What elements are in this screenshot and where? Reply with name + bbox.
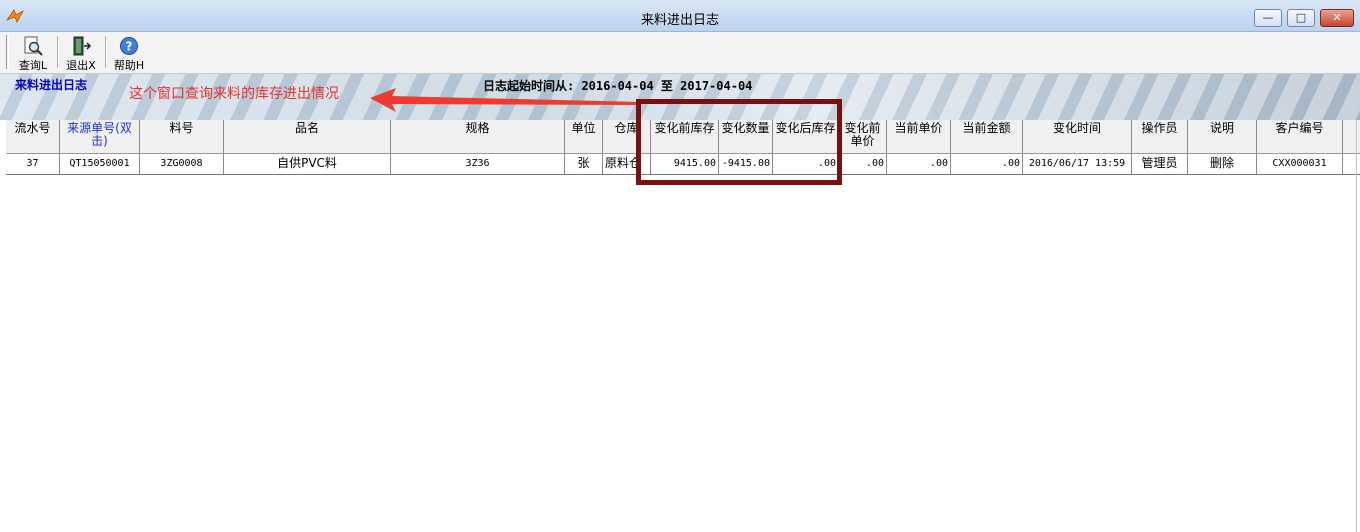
exit-door-icon <box>73 36 92 56</box>
col-header-stock-after[interactable]: 变化后库存 <box>773 120 839 153</box>
cell-product-name: 自供PVC料 <box>224 154 391 174</box>
table-row[interactable]: 37 QT15050001 3ZG0008 自供PVC料 3Z36 张 原料仓 … <box>6 154 1360 175</box>
cell-serial: 37 <box>6 154 60 174</box>
cell-warehouse: 原料仓 <box>603 154 651 174</box>
page-title: 来料进出日志 <box>15 78 88 92</box>
col-header-operator[interactable]: 操作员 <box>1132 120 1188 153</box>
col-header-spec[interactable]: 规格 <box>391 120 565 153</box>
log-date-range: 日志起始时间从: 2016-04-04 至 2017-04-04 <box>483 79 753 93</box>
maximize-button[interactable]: □ <box>1287 9 1315 27</box>
annotation-text: 这个窗口查询来料的库存进出情况 <box>129 86 339 102</box>
col-header-price-before[interactable]: 变化前单价 <box>839 120 887 153</box>
col-header-current-price[interactable]: 当前单价 <box>887 120 951 153</box>
cell-material-no: 3ZG0008 <box>140 154 224 174</box>
help-button[interactable]: ? 帮助H <box>107 34 151 72</box>
cell-stock-before: 9415.00 <box>651 154 719 174</box>
col-header-serial[interactable]: 流水号 <box>6 120 60 153</box>
exit-label: 退出X <box>66 59 96 72</box>
header-banner: 来料进出日志 这个窗口查询来料的库存进出情况 日志起始时间从: 2016-04-… <box>0 74 1360 120</box>
close-button[interactable]: ✕ <box>1320 9 1354 27</box>
exit-button[interactable]: 退出X <box>59 34 103 72</box>
title-bar: 来料进出日志 — □ ✕ <box>0 0 1360 32</box>
col-header-change-qty[interactable]: 变化数量 <box>719 120 773 153</box>
query-button[interactable]: 查询L <box>11 34 55 72</box>
help-label: 帮助H <box>113 59 145 72</box>
cell-spec: 3Z36 <box>391 154 565 174</box>
window-title: 来料进出日志 <box>640 13 719 28</box>
col-header-product-name[interactable]: 品名 <box>224 120 391 153</box>
svg-text:?: ? <box>126 40 133 54</box>
table-header-row: 流水号 来源单号(双击) 料号 品名 规格 单位 仓库 变化前库存 变化数量 变… <box>6 120 1360 154</box>
cell-operator: 管理员 <box>1132 154 1188 174</box>
cell-change-time: 2016/06/17 13:59 <box>1023 154 1132 174</box>
cell-customer-no: CXX000031 <box>1257 154 1343 174</box>
cell-price-before: .00 <box>839 154 887 174</box>
toolbar: 查询L 退出X ? 帮助H <box>0 32 1360 74</box>
cell-current-price: .00 <box>887 154 951 174</box>
col-header-current-amount[interactable]: 当前金额 <box>951 120 1023 153</box>
col-header-customer-no[interactable]: 客户编号 <box>1257 120 1343 153</box>
magnifier-document-icon <box>24 36 43 56</box>
grid-right-edge <box>1356 120 1357 532</box>
col-header-note[interactable]: 说明 <box>1188 120 1257 153</box>
col-header-unit[interactable]: 单位 <box>565 120 603 153</box>
cell-note: 删除 <box>1188 154 1257 174</box>
help-question-icon: ? <box>120 37 138 55</box>
col-header-change-time[interactable]: 变化时间 <box>1023 120 1132 153</box>
cell-source-no[interactable]: QT15050001 <box>60 154 140 174</box>
cell-current-amount: .00 <box>951 154 1023 174</box>
col-header-warehouse[interactable]: 仓库 <box>603 120 651 153</box>
toolbar-grip <box>6 35 9 69</box>
col-header-stock-before[interactable]: 变化前库存 <box>651 120 719 153</box>
col-header-source-no[interactable]: 来源单号(双击) <box>60 120 140 153</box>
minimize-button[interactable]: — <box>1254 9 1282 27</box>
query-label: 查询L <box>18 59 48 72</box>
cell-unit: 张 <box>565 154 603 174</box>
col-header-material-no[interactable]: 料号 <box>140 120 224 153</box>
cell-change-qty: -9415.00 <box>719 154 773 174</box>
cell-stock-after: .00 <box>773 154 839 174</box>
